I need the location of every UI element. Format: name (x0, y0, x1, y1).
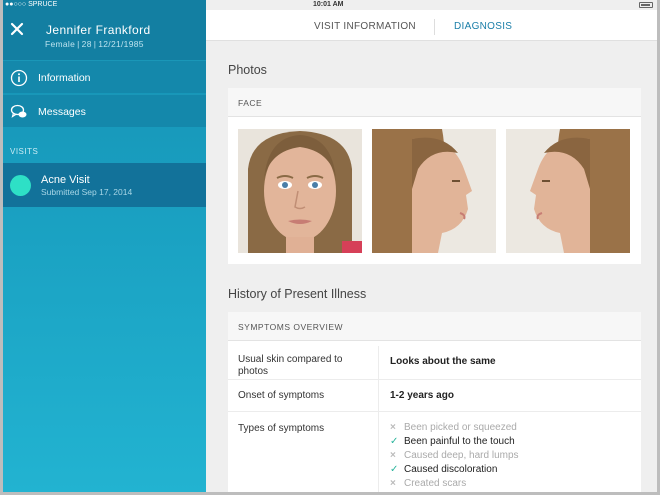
carrier-label: ●●○○○ SPRUCE (5, 1, 58, 8)
sidebar-item-label: Information (38, 72, 91, 84)
cross-icon: × (390, 478, 396, 489)
tab-diagnosis[interactable]: DIAGNOSIS (454, 21, 512, 32)
table-row: Onset of symptoms 1-2 years ago (228, 380, 641, 412)
cross-icon: × (390, 450, 396, 461)
check-icon: ✓ (390, 436, 399, 447)
messages-icon (10, 103, 28, 121)
row-label: Usual skin compared to photos (238, 354, 343, 377)
check-icon: ✓ (390, 464, 399, 475)
symptom-item: ✓ Caused discoloration (390, 464, 498, 475)
patient-sex: Female (45, 39, 76, 49)
symptom-item: ✓ Been painful to the touch (390, 436, 515, 447)
symptoms-card: SYMPTOMS OVERVIEW Usual skin compared to… (228, 312, 641, 492)
visit-subtitle: Submitted Sep 17, 2014 (41, 187, 133, 197)
table-row: Usual skin compared to photos Looks abou… (228, 346, 641, 380)
visit-item-acne[interactable]: Acne Visit Submitted Sep 17, 2014 (3, 163, 206, 207)
right-profile-photo[interactable] (372, 129, 496, 253)
main-content: VISIT INFORMATION DIAGNOSIS Photos FACE (206, 0, 657, 492)
patient-meta: Female | 28 | 12/21/1985 (45, 39, 144, 49)
visit-title: Acne Visit (41, 174, 90, 186)
row-label: Types of symptoms (238, 423, 325, 434)
symptom-item: × Created scars (390, 478, 467, 489)
visit-status-dot (10, 175, 31, 196)
photos-card-header: FACE (228, 88, 641, 117)
photos-card: FACE (228, 88, 641, 264)
tab-bar: VISIT INFORMATION DIAGNOSIS (206, 10, 657, 41)
left-profile-photo[interactable] (506, 129, 630, 253)
sidebar-item-messages[interactable]: Messages (3, 94, 206, 127)
history-title: History of Present Illness (228, 287, 367, 301)
tab-divider (434, 19, 435, 35)
row-value: 1-2 years ago (390, 390, 454, 401)
patient-age: 28 (81, 39, 92, 49)
app-window: ●●○○○ SPRUCE 10:01 AM Jennifer Frankford… (3, 0, 657, 492)
status-bar: ●●○○○ SPRUCE 10:01 AM (3, 0, 657, 10)
visits-section-header: VISITS (10, 147, 39, 156)
info-icon (10, 69, 28, 87)
close-icon[interactable] (10, 22, 24, 36)
patient-dob: 12/21/1985 (98, 39, 144, 49)
sidebar-item-information[interactable]: Information (3, 60, 206, 93)
table-row: Types of symptoms × Been picked or squeez… (228, 412, 641, 492)
symptom-item: × Been picked or squeezed (390, 422, 517, 433)
front-face-photo[interactable] (238, 129, 362, 253)
tab-visit-information[interactable]: VISIT INFORMATION (314, 21, 416, 32)
photos-title: Photos (228, 63, 267, 77)
battery-icon (639, 2, 653, 8)
patient-name: Jennifer Frankford (46, 23, 151, 37)
sidebar: Jennifer Frankford Female | 28 | 12/21/1985 … (3, 0, 206, 492)
cross-icon: × (390, 422, 396, 433)
symptoms-card-header: SYMPTOMS OVERVIEW (228, 312, 641, 341)
row-value: Looks about the same (390, 356, 496, 367)
row-label: Onset of symptoms (238, 390, 325, 401)
card-header-label: SYMPTOMS OVERVIEW (238, 322, 344, 332)
card-header-label: FACE (238, 98, 263, 108)
symptom-item: × Caused deep, hard lumps (390, 450, 519, 461)
sidebar-item-label: Messages (38, 106, 86, 118)
clock: 10:01 AM (313, 1, 344, 8)
